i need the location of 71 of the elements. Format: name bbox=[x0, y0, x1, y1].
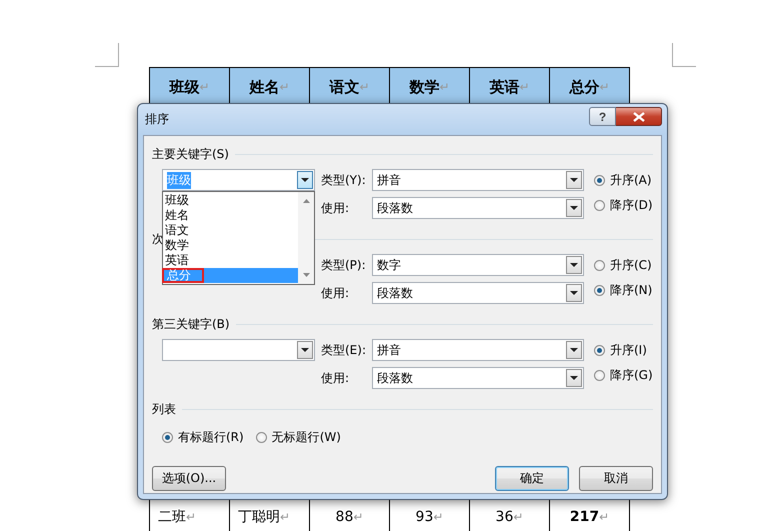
dropdown-arrow-button[interactable] bbox=[566, 171, 582, 189]
dropdown-arrow-button[interactable] bbox=[566, 199, 582, 217]
dropdown-option[interactable]: 英语 bbox=[163, 253, 298, 268]
using-label: 使用: bbox=[321, 284, 350, 302]
ok-button[interactable]: 确定 bbox=[495, 466, 569, 491]
dropdown-option[interactable]: 语文 bbox=[163, 223, 298, 238]
caret-icon bbox=[301, 178, 309, 182]
dropdown-arrow-button[interactable] bbox=[566, 341, 582, 359]
option-label: 数学 bbox=[165, 238, 189, 252]
radio-button[interactable] bbox=[256, 432, 267, 443]
caret-icon bbox=[570, 376, 578, 380]
dropdown-field[interactable] bbox=[162, 339, 315, 361]
scroll-up-icon bbox=[302, 199, 310, 203]
using-label: 使用: bbox=[321, 370, 350, 386]
radio-button[interactable] bbox=[594, 285, 605, 296]
type-label: 类型(P): bbox=[321, 256, 367, 274]
dropdown-arrow-button[interactable] bbox=[297, 341, 313, 359]
using-dropdown[interactable]: 段落数 bbox=[372, 197, 584, 219]
section-label: 第三关键字(B) bbox=[152, 316, 230, 332]
radio-button[interactable] bbox=[594, 260, 605, 271]
close-button[interactable] bbox=[616, 107, 662, 126]
scrollbar[interactable] bbox=[298, 192, 314, 284]
option-label: 班级 bbox=[165, 193, 189, 207]
using-dropdown[interactable]: 段落数 bbox=[372, 367, 584, 389]
cancel-button[interactable]: 取消 bbox=[579, 466, 653, 491]
help-button[interactable]: ? bbox=[589, 107, 616, 126]
radio-label: 降序(N) bbox=[610, 282, 652, 299]
radio-label: 无标题行(W) bbox=[272, 429, 341, 446]
crop-mark bbox=[672, 43, 696, 67]
using-label: 使用: bbox=[321, 200, 350, 216]
dropdown-option[interactable]: 数学 bbox=[163, 238, 298, 253]
dropdown-arrow-button[interactable] bbox=[566, 284, 582, 302]
caret-icon bbox=[570, 178, 578, 182]
type-dropdown[interactable]: 数字 bbox=[372, 254, 584, 276]
section-label: 主要关键字(S) bbox=[152, 146, 229, 162]
radio-label: 升序(I) bbox=[610, 342, 647, 359]
scroll-down-icon bbox=[302, 273, 310, 277]
radio-button[interactable] bbox=[594, 175, 605, 186]
dropdown-option[interactable]: 姓名 bbox=[163, 208, 298, 223]
caret-icon bbox=[301, 348, 309, 352]
radio-button[interactable] bbox=[594, 345, 605, 356]
radio-label: 升序(A) bbox=[610, 172, 652, 189]
option-label: 姓名 bbox=[165, 208, 189, 222]
options-button[interactable]: 选项(O)... bbox=[152, 466, 226, 491]
using-dropdown[interactable]: 段落数 bbox=[372, 282, 584, 304]
dropdown-arrow-button[interactable] bbox=[566, 369, 582, 387]
type-label: 类型(Y): bbox=[321, 172, 367, 188]
radio-label: 有标题行(R) bbox=[178, 429, 244, 446]
radio-button[interactable] bbox=[594, 370, 605, 381]
dropdown-arrow-button[interactable] bbox=[297, 171, 313, 189]
caret-icon bbox=[570, 291, 578, 295]
dropdown-arrow-button[interactable] bbox=[566, 256, 582, 274]
radio-label: 降序(G) bbox=[610, 367, 653, 384]
option-label: 英语 bbox=[165, 253, 189, 267]
type-dropdown[interactable]: 拼音 bbox=[372, 169, 584, 191]
caret-icon bbox=[570, 206, 578, 210]
option-label: 语文 bbox=[165, 223, 189, 237]
crop-mark bbox=[95, 43, 119, 67]
dropdown-option[interactable]: 班级 bbox=[163, 193, 298, 208]
option-label: 总分 bbox=[162, 268, 204, 283]
caret-icon bbox=[570, 263, 578, 267]
radio-label: 降序(D) bbox=[610, 197, 653, 214]
radio-label: 升序(C) bbox=[610, 257, 652, 274]
caret-icon bbox=[570, 348, 578, 352]
radio-button[interactable] bbox=[162, 432, 173, 443]
close-icon bbox=[632, 112, 644, 122]
window-title: 排序 bbox=[144, 111, 169, 128]
type-dropdown[interactable]: 拼音 bbox=[372, 339, 584, 361]
section-label: 列表 bbox=[152, 400, 176, 418]
type-label: 类型(E): bbox=[321, 342, 367, 358]
radio-button[interactable] bbox=[594, 200, 605, 211]
